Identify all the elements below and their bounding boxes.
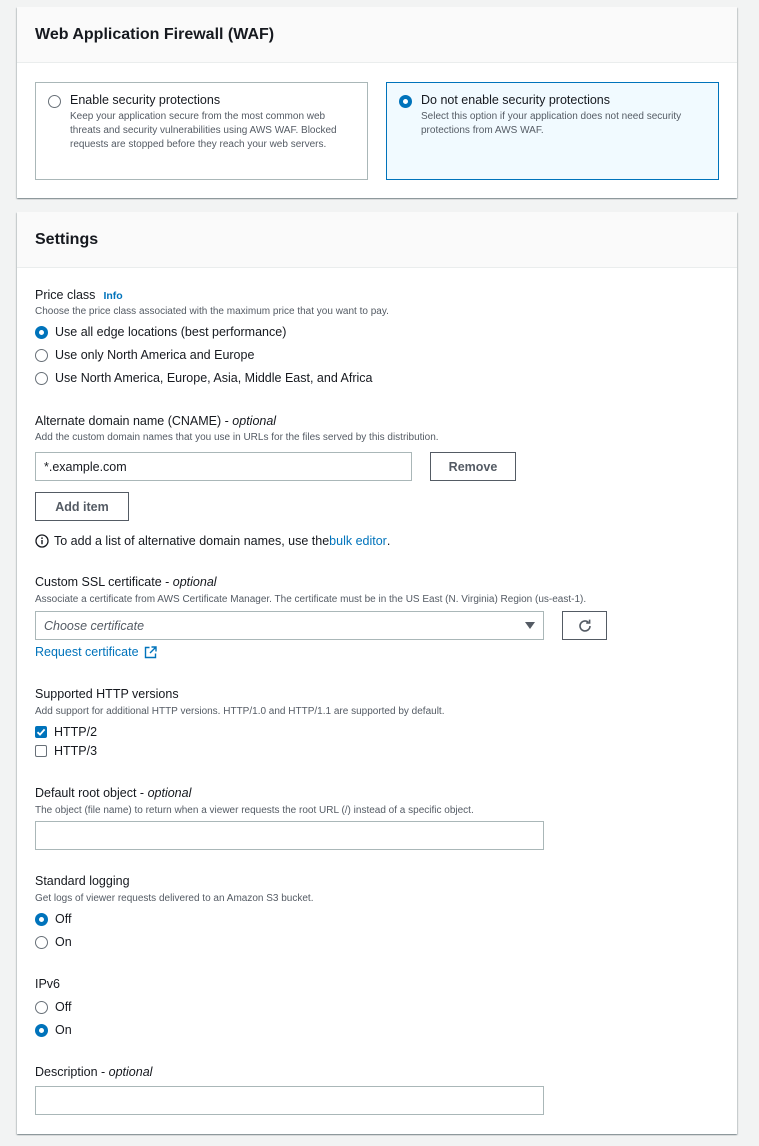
ssl-optional: optional — [172, 575, 217, 589]
description-input[interactable] — [35, 1086, 544, 1115]
waf-disable-desc: Select this option if your application d… — [421, 111, 682, 137]
add-item-button[interactable]: Add item — [35, 492, 129, 521]
ssl-label-text: Custom SSL certificate - — [35, 575, 173, 589]
ipv6-off-label: Off — [55, 1000, 72, 1014]
bulk-editor-link[interactable]: bulk editor — [329, 534, 387, 548]
certificate-select[interactable]: Choose certificate — [35, 611, 544, 640]
price-class-option-all[interactable]: Use all edge locations (best performance… — [35, 325, 286, 339]
refresh-icon — [577, 618, 593, 634]
waf-panel: Web Application Firewall (WAF) Enable se… — [17, 7, 737, 198]
cname-hint: To add a list of alternative domain name… — [35, 534, 390, 548]
external-link-icon — [144, 645, 157, 659]
cname-hint-prefix: To add a list of alternative domain name… — [54, 534, 330, 548]
description-label-text: Description - — [35, 1065, 109, 1079]
http2-option[interactable]: HTTP/2 — [35, 725, 97, 739]
ipv6-off-radio[interactable] — [35, 1000, 48, 1014]
root-object-label: Default root object - optional — [35, 786, 191, 800]
logging-desc: Get logs of viewer requests delivered to… — [35, 893, 314, 904]
http-versions-desc: Add support for additional HTTP versions… — [35, 706, 445, 717]
settings-panel-header: Settings — [17, 212, 737, 268]
waf-title: Web Application Firewall (WAF) — [35, 25, 275, 43]
price-class-label-text: Price class — [35, 288, 96, 302]
settings-title: Settings — [35, 230, 99, 248]
cname-label: Alternate domain name (CNAME) - optional — [35, 414, 276, 428]
price-class-na-eu-asia-label: Use North America, Europe, Asia, Middle … — [55, 371, 373, 385]
ssl-desc: Associate a certificate from AWS Certifi… — [35, 594, 587, 605]
waf-options: Enable security protections Keep your ap… — [35, 82, 719, 180]
root-object-label-text: Default root object - — [35, 786, 148, 800]
description-optional: optional — [108, 1065, 153, 1079]
waf-option-disable[interactable]: Do not enable security protections Selec… — [386, 82, 719, 180]
ipv6-label: IPv6 — [35, 977, 61, 991]
settings-panel: Settings Price class Info Choose the pric… — [17, 212, 737, 1134]
request-certificate-link[interactable]: Request certificate — [35, 645, 157, 659]
price-class-label: Price class Info — [35, 288, 123, 302]
price-class-option-na-eu[interactable]: Use only North America and Europe — [35, 348, 254, 362]
refresh-certificates-button[interactable] — [562, 611, 607, 640]
logging-option-off[interactable]: Off — [35, 912, 71, 926]
cname-input[interactable]: *.example.com — [35, 452, 412, 481]
cname-optional: optional — [232, 414, 277, 428]
price-class-na-eu-label: Use only North America and Europe — [55, 348, 255, 362]
cname-input-value: *.example.com — [44, 459, 127, 474]
http3-option[interactable]: HTTP/3 — [35, 744, 97, 758]
cname-remove-button[interactable]: Remove — [430, 452, 516, 481]
waf-option-enable[interactable]: Enable security protections Keep your ap… — [35, 82, 368, 180]
logging-on-radio[interactable] — [35, 935, 48, 949]
root-object-desc: The object (file name) to return when a … — [35, 805, 474, 816]
waf-panel-header: Web Application Firewall (WAF) — [17, 7, 737, 63]
request-certificate-label: Request certificate — [35, 645, 139, 659]
logging-off-radio[interactable] — [35, 912, 48, 926]
root-object-input[interactable] — [35, 821, 544, 850]
http3-checkbox[interactable] — [35, 745, 47, 757]
root-object-optional: optional — [147, 786, 192, 800]
logging-option-on[interactable]: On — [35, 935, 72, 949]
ssl-label: Custom SSL certificate - optional — [35, 575, 217, 589]
ipv6-on-radio[interactable] — [35, 1023, 48, 1037]
waf-enable-title: Enable security protections — [70, 93, 221, 107]
price-class-all-radio[interactable] — [35, 325, 48, 339]
checkmark-icon — [36, 728, 46, 736]
price-class-na-eu-asia-radio[interactable] — [35, 371, 48, 385]
ipv6-option-on[interactable]: On — [35, 1023, 72, 1037]
logging-label: Standard logging — [35, 874, 130, 888]
price-class-option-na-eu-asia[interactable]: Use North America, Europe, Asia, Middle … — [35, 371, 373, 385]
cname-desc: Add the custom domain names that you use… — [35, 432, 439, 443]
cname-hint-suffix: . — [386, 534, 391, 548]
price-class-na-eu-radio[interactable] — [35, 348, 48, 362]
cname-label-text: Alternate domain name (CNAME) - — [35, 414, 233, 428]
http2-checkbox[interactable] — [35, 726, 47, 738]
http2-label: HTTP/2 — [54, 725, 98, 739]
waf-disable-radio[interactable] — [399, 95, 412, 108]
logging-on-label: On — [55, 935, 72, 949]
price-class-desc: Choose the price class associated with t… — [35, 306, 389, 317]
description-label: Description - optional — [35, 1065, 152, 1079]
logging-off-label: Off — [55, 912, 72, 926]
ipv6-on-label: On — [55, 1023, 72, 1037]
price-class-all-label: Use all edge locations (best performance… — [55, 325, 287, 339]
waf-enable-desc: Keep your application secure from the mo… — [70, 111, 337, 151]
price-class-info-link[interactable]: Info — [103, 290, 122, 302]
info-circle-icon — [35, 534, 49, 548]
caret-down-icon — [525, 622, 535, 629]
waf-enable-radio[interactable] — [48, 95, 61, 108]
certificate-select-placeholder: Choose certificate — [44, 618, 145, 633]
http-versions-label: Supported HTTP versions — [35, 687, 179, 701]
http3-label: HTTP/3 — [54, 744, 98, 758]
waf-disable-title: Do not enable security protections — [421, 93, 610, 107]
ipv6-option-off[interactable]: Off — [35, 1000, 71, 1014]
